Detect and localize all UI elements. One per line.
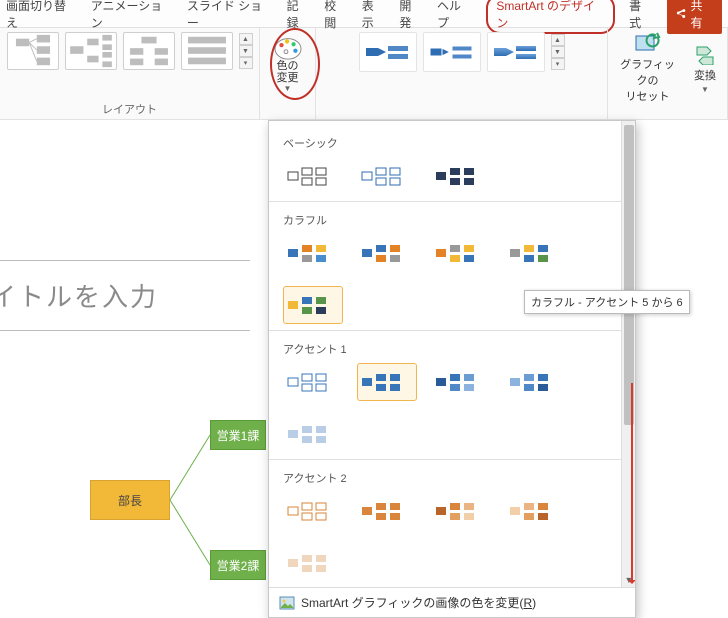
change-colors-label: 色の変更: [273, 60, 303, 84]
palette-icon: [273, 34, 303, 60]
footer-label: SmartArt グラフィックの画像の色を変更(R): [301, 594, 536, 611]
menu-item[interactable]: 書式: [629, 0, 653, 31]
ribbon-group-label: [666, 104, 669, 118]
gallery-scroll-area: ▲ ▼ ベーシック カラフル ア: [269, 121, 635, 587]
layout-option[interactable]: [7, 32, 59, 70]
share-icon: [675, 8, 687, 20]
org-node-child[interactable]: 営業2課: [210, 550, 266, 580]
color-option[interactable]: [431, 492, 491, 530]
color-option[interactable]: [505, 363, 565, 401]
change-colors-button[interactable]: 色の変更 ▼: [267, 32, 309, 95]
menu-item[interactable]: アニメーション: [91, 0, 173, 31]
layout-option[interactable]: [123, 32, 175, 70]
smartart-org-chart[interactable]: 部長 営業1課 営業2課: [90, 420, 290, 600]
annotation-arrow: [631, 383, 633, 583]
menu-item[interactable]: 開発: [399, 0, 423, 31]
chevron-down-icon: ▼: [701, 85, 709, 94]
ribbon-group-styles: ▲ ▼ ▾: [316, 28, 608, 119]
color-option[interactable]: [505, 492, 565, 530]
picture-icon: [279, 595, 295, 611]
style-option[interactable]: [423, 32, 481, 72]
color-option[interactable]: [431, 157, 491, 195]
ribbon-group-label: レイアウト: [102, 99, 157, 117]
color-option[interactable]: [357, 157, 417, 195]
layout-option[interactable]: [65, 32, 117, 70]
styles-gallery-spinner: ▲ ▼ ▾: [551, 34, 565, 70]
styles-prev-button[interactable]: ▲: [551, 34, 565, 46]
menu-item[interactable]: 表示: [362, 0, 386, 31]
menu-item[interactable]: 記録: [287, 0, 311, 31]
org-node-child[interactable]: 営業1課: [210, 420, 266, 450]
gallery-section-heading: アクセント 1: [283, 341, 625, 357]
ribbon-group-layout: ▲ ▼ ▾ レイアウト: [0, 28, 260, 119]
color-option[interactable]: [283, 492, 343, 530]
color-option[interactable]: [283, 363, 343, 401]
menu-item[interactable]: 校閲: [324, 0, 348, 31]
layout-prev-button[interactable]: ▲: [239, 33, 253, 45]
recolor-pictures-menuitem[interactable]: SmartArt グラフィックの画像の色を変更(R): [269, 587, 635, 617]
gallery-section-heading: ベーシック: [283, 135, 625, 151]
layout-more-button[interactable]: ▾: [239, 57, 253, 69]
styles-more-button[interactable]: ▾: [551, 58, 565, 70]
layout-option[interactable]: [181, 32, 233, 70]
reset-label: グラフィックの リセット: [616, 56, 679, 104]
style-option[interactable]: [487, 32, 545, 72]
color-gallery-dropdown: ▲ ▼ ベーシック カラフル ア: [268, 120, 636, 618]
ribbon-group-label: [460, 103, 463, 117]
tooltip: カラフル - アクセント 5 から 6: [524, 290, 690, 314]
color-option[interactable]: [431, 234, 491, 272]
chevron-down-icon: ▼: [284, 84, 292, 93]
gallery-section-heading: アクセント 2: [283, 470, 625, 486]
share-label: 共有: [690, 0, 714, 31]
menubar: 画面切り替え アニメーション スライド ショー 記録 校閲 表示 開発 ヘルプ …: [0, 0, 728, 28]
color-option-hovered[interactable]: [283, 286, 343, 324]
convert-button[interactable]: 変換 ▼: [691, 43, 719, 94]
color-option[interactable]: [505, 234, 565, 272]
styles-next-button[interactable]: ▼: [551, 46, 565, 58]
org-node-root[interactable]: 部長: [90, 480, 170, 520]
gallery-section-heading: カラフル: [283, 212, 625, 228]
color-option[interactable]: [283, 544, 343, 582]
reset-icon: [634, 32, 662, 54]
color-option[interactable]: [283, 415, 343, 453]
color-option[interactable]: [357, 234, 417, 272]
reset-graphic-button[interactable]: グラフィックの リセット: [616, 32, 679, 104]
ribbon-group-color-change: 色の変更 ▼: [260, 28, 316, 119]
title-placeholder[interactable]: イトルを入力: [0, 260, 250, 331]
menu-item[interactable]: 画面切り替え: [6, 0, 77, 31]
layout-next-button[interactable]: ▼: [239, 45, 253, 57]
color-option[interactable]: [283, 234, 343, 272]
convert-label: 変換: [694, 67, 716, 83]
color-option[interactable]: [283, 157, 343, 195]
layout-gallery-spinner: ▲ ▼ ▾: [239, 33, 253, 69]
menu-item[interactable]: スライド ショー: [187, 0, 273, 31]
ribbon-group-reset: グラフィックの リセット 変換 ▼: [608, 28, 728, 119]
scroll-thumb[interactable]: [624, 125, 634, 425]
color-option[interactable]: [431, 363, 491, 401]
menu-item[interactable]: ヘルプ: [437, 0, 472, 31]
style-option[interactable]: [359, 32, 417, 72]
ribbon: ▲ ▼ ▾ レイアウト 色の変更 ▼: [0, 28, 728, 120]
color-option[interactable]: [357, 363, 417, 401]
color-option[interactable]: [357, 492, 417, 530]
convert-icon: [691, 43, 719, 65]
